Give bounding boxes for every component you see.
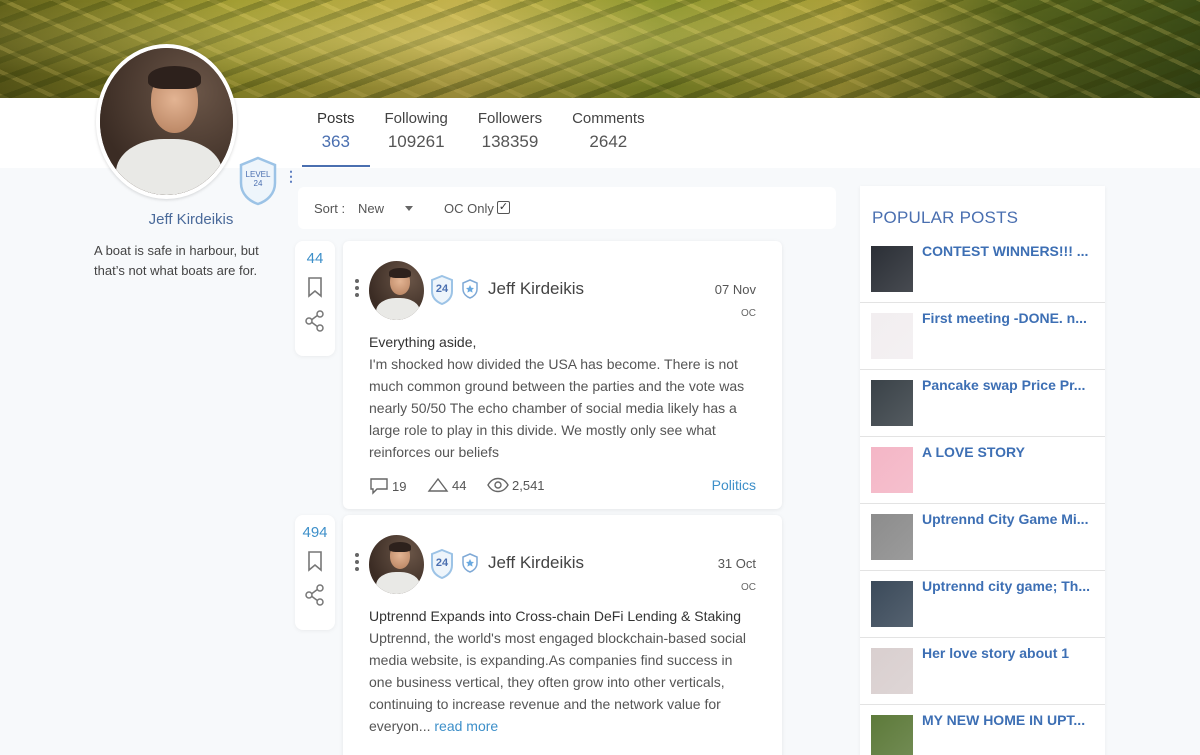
popular-post-thumbnail (871, 447, 913, 493)
popular-post-thumbnail (871, 380, 913, 426)
post-author-photo (369, 261, 424, 320)
popular-post-item[interactable]: Her love story about 1 (860, 638, 1105, 705)
sort-select[interactable]: New (358, 201, 384, 216)
post-first-line: Uptrennd Expands into Cross-chain DeFi L… (369, 608, 741, 624)
post-author-name[interactable]: Jeff Kirdeikis (488, 553, 584, 573)
caret-down-icon[interactable] (405, 206, 413, 211)
post-text: I'm shocked how divided the USA has beco… (369, 356, 745, 460)
comments-count: 19 (392, 478, 407, 494)
popular-post-title[interactable]: MY NEW HOME IN UPT... (922, 712, 1092, 728)
eye-icon (487, 477, 509, 493)
post-footer: 19 44 2,541 Politics (369, 477, 756, 497)
category-link[interactable]: Politics (712, 477, 756, 493)
post-date: 31 Oct (717, 556, 756, 571)
comments-button[interactable]: 19 (369, 477, 406, 495)
post-date: 07 Nov (714, 282, 756, 297)
profile-name[interactable]: Jeff Kirdeikis (96, 211, 286, 228)
verified-icon (461, 279, 479, 299)
stat-value: 109261 (387, 132, 445, 151)
popular-post-item[interactable]: CONTEST WINNERS!!! ... (860, 236, 1105, 303)
popular-post-thumbnail (871, 313, 913, 359)
stat-value: 363 (321, 132, 350, 151)
profile-photo (100, 48, 233, 195)
read-more-link[interactable]: read more (434, 718, 498, 734)
author-level-text: 24 (435, 557, 449, 569)
share-icon[interactable] (295, 304, 335, 338)
popular-post-thumbnail (871, 514, 913, 560)
post-card[interactable]: 24 Jeff Kirdeikis 07 Nov OC Everything a… (343, 241, 782, 509)
vote-count: 44 (306, 250, 324, 267)
popular-post-thumbnail (871, 715, 913, 755)
post-body[interactable]: Uptrennd Expands into Cross-chain DeFi L… (369, 605, 759, 737)
verified-icon (461, 553, 479, 573)
popular-post-item[interactable]: A LOVE STORY (860, 437, 1105, 504)
post-author-avatar[interactable] (369, 535, 424, 594)
post-action-rail: 44 (295, 241, 335, 356)
stat-value: 2642 (589, 132, 628, 151)
stat-label: Following (384, 110, 448, 127)
profile-menu-icon[interactable]: ⋮ (284, 169, 298, 188)
popular-post-item[interactable]: Uptrennd City Game Mi... (860, 504, 1105, 571)
popular-post-title[interactable]: CONTEST WINNERS!!! ... (922, 243, 1092, 259)
popular-post-item[interactable]: MY NEW HOME IN UPT... (860, 705, 1105, 755)
post-menu-icon[interactable] (355, 279, 361, 300)
post-menu-icon[interactable] (355, 553, 361, 574)
popular-posts-title: POPULAR POSTS (872, 208, 1019, 227)
post-author-name[interactable]: Jeff Kirdeikis (488, 279, 584, 299)
popular-post-item[interactable]: First meeting -DONE. n... (860, 303, 1105, 370)
popular-post-title[interactable]: A LOVE STORY (922, 444, 1092, 460)
popular-post-title[interactable]: Pancake swap Price Pr... (922, 377, 1092, 393)
post-card[interactable]: 24 Jeff Kirdeikis 31 Oct OC Uptrennd Exp… (343, 515, 782, 755)
post-first-line: Everything aside, (369, 334, 477, 350)
triangle-up-icon (427, 477, 449, 492)
level-text: LEVEL 24 (245, 170, 271, 188)
stat-label: Comments (572, 110, 645, 127)
profile-bio: A boat is safe in harbour, but that’s no… (94, 243, 259, 278)
profile-avatar[interactable] (96, 44, 237, 199)
author-level-badge: 24 (430, 274, 454, 306)
popular-post-thumbnail (871, 581, 913, 627)
popular-post-item[interactable]: Pancake swap Price Pr... (860, 370, 1105, 437)
upvote-button[interactable]: 44 (427, 477, 466, 493)
popular-post-item[interactable]: Uptrennd city game; Th... (860, 571, 1105, 638)
popular-posts-panel: POPULAR POSTS CONTEST WINNERS!!! ... Firs… (860, 186, 1105, 755)
post-author-avatar[interactable] (369, 261, 424, 320)
oc-tag: OC (741, 308, 756, 319)
views-count: 2,541 (512, 477, 545, 493)
author-level-badge: 24 (430, 548, 454, 580)
popular-post-title[interactable]: First meeting -DONE. n... (922, 310, 1092, 326)
popular-post-thumbnail (871, 246, 913, 292)
vote-count: 494 (302, 524, 328, 541)
tab-following[interactable]: Following 109261 (370, 110, 463, 167)
stat-value: 138359 (481, 132, 539, 151)
profile-stats: Posts 363 Following 109261 Followers 138… (302, 110, 660, 167)
popular-post-title[interactable]: Her love story about 1 (922, 645, 1092, 661)
post-author-photo (369, 535, 424, 594)
comment-icon (370, 478, 388, 495)
oc-only-checkbox[interactable]: ✓ (497, 201, 510, 214)
author-level-text: 24 (435, 283, 449, 295)
bookmark-icon[interactable] (295, 544, 335, 578)
post-body[interactable]: Everything aside, I'm shocked how divide… (369, 331, 759, 463)
stat-label: Followers (477, 110, 543, 127)
post-text: Uptrennd, the world's most engaged block… (369, 630, 747, 734)
views-indicator: 2,541 (487, 477, 545, 493)
tab-posts[interactable]: Posts 363 (302, 110, 370, 167)
bookmark-icon[interactable] (295, 270, 335, 304)
tab-comments[interactable]: Comments 2642 (557, 110, 660, 167)
level-badge: LEVEL 24 (238, 156, 278, 206)
oc-only-label: OC Only (444, 201, 494, 216)
post-action-rail: 494 (295, 515, 335, 630)
popular-post-thumbnail (871, 648, 913, 694)
oc-tag: OC (741, 582, 756, 593)
sort-label: Sort : (314, 201, 346, 216)
upvote-count: 44 (452, 477, 467, 493)
share-icon[interactable] (295, 578, 335, 612)
sort-bar: Sort : New OC Only ✓ (298, 187, 836, 229)
stat-label: Posts (317, 110, 355, 127)
popular-post-title[interactable]: Uptrennd city game; Th... (922, 578, 1092, 594)
tab-followers[interactable]: Followers 138359 (463, 110, 557, 167)
popular-post-title[interactable]: Uptrennd City Game Mi... (922, 511, 1092, 527)
